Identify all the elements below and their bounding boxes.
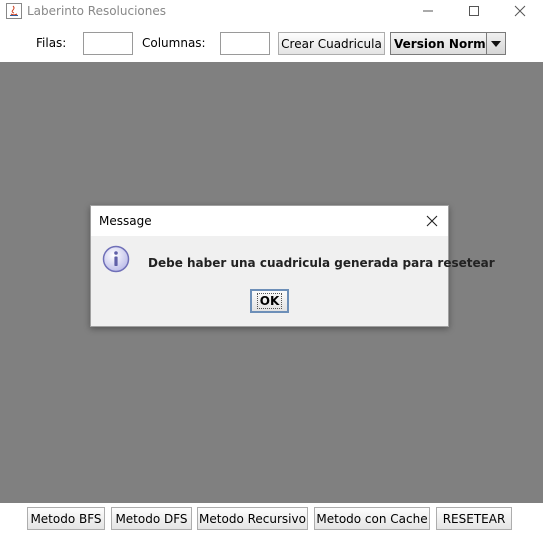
create-grid-button[interactable]: Crear Cuadricula <box>278 32 385 55</box>
message-dialog: Message Debe haber una cuadricula genera… <box>90 205 495 327</box>
recursive-button[interactable]: Metodo Recursivo <box>197 507 308 530</box>
info-icon <box>102 245 130 273</box>
maximize-icon <box>469 6 479 16</box>
version-select[interactable]: Version Normal <box>390 32 506 55</box>
maximize-button[interactable] <box>451 0 497 22</box>
window-titlebar: Laberinto Resoluciones <box>0 0 543 22</box>
dialog-close-button[interactable] <box>422 211 442 231</box>
ok-button-label: OK <box>256 293 283 309</box>
cache-button[interactable]: Metodo con Cache <box>314 507 430 530</box>
window-title: Laberinto Resoluciones <box>27 4 167 18</box>
rows-label: Filas: <box>36 36 67 50</box>
bottom-button-bar: Metodo BFS Metodo DFS Metodo Recursivo M… <box>0 503 543 534</box>
dialog-titlebar: Message <box>91 206 448 236</box>
close-icon <box>514 5 526 17</box>
chevron-down-icon[interactable] <box>486 33 505 54</box>
close-icon <box>426 215 438 227</box>
bfs-button[interactable]: Metodo BFS <box>27 507 105 530</box>
minimize-button[interactable] <box>405 0 451 22</box>
columns-input[interactable] <box>220 32 270 55</box>
ok-button[interactable]: OK <box>250 289 289 313</box>
reset-button[interactable]: RESETEAR <box>436 507 512 530</box>
toolbar: Filas: Columnas: Crear Cuadricula Versio… <box>0 22 543 62</box>
dialog-title: Message <box>99 214 152 228</box>
columns-label: Columnas: <box>142 36 206 50</box>
rows-input[interactable] <box>83 32 133 55</box>
java-app-icon <box>6 3 22 19</box>
minimize-icon <box>423 10 433 12</box>
close-button[interactable] <box>497 0 543 22</box>
version-select-value: Version Normal <box>394 37 498 51</box>
dialog-message: Debe haber una cuadricula generada para … <box>148 256 495 270</box>
dfs-button[interactable]: Metodo DFS <box>111 507 192 530</box>
